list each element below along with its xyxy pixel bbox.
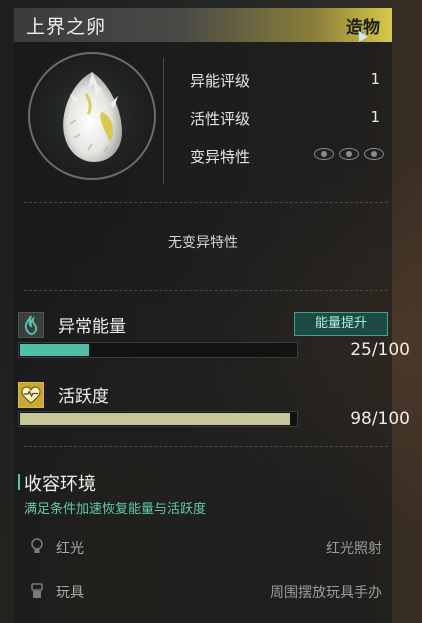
environment-name: 红光 [56, 541, 84, 557]
divider [24, 202, 388, 203]
flame-icon [18, 312, 44, 338]
divider [24, 290, 388, 291]
environment-condition: 红光照射 [326, 541, 382, 557]
mutation-empty-text: 无变异特性 [168, 235, 238, 251]
eye-icon [314, 148, 334, 160]
divider [24, 446, 388, 447]
item-header: 上界之卵 造物 [14, 8, 392, 42]
energy-boost-button[interactable]: 能量提升 [294, 312, 388, 336]
energy-header: 异常能量 能量提升 [14, 310, 392, 338]
environment-description: 满足条件加速恢复能量与活跃度 [24, 502, 207, 517]
energy-bar [18, 342, 298, 358]
activity-title: 活跃度 [58, 387, 109, 407]
toy-icon [30, 582, 44, 600]
environment-condition: 周围摆放玩具手办 [270, 585, 382, 601]
bulb-icon [30, 538, 44, 556]
stat-row-ability-rating: 异能评级 1 [190, 68, 386, 92]
stat-label: 变异特性 [190, 148, 251, 166]
eye-icon [339, 148, 359, 160]
activity-bar-fill [20, 413, 290, 425]
eye-icon [364, 148, 384, 160]
heart-pulse-icon [18, 382, 44, 408]
activity-value: 98/100 [350, 409, 410, 429]
item-name: 上界之卵 [26, 16, 107, 38]
feathered-egg-icon [63, 72, 122, 162]
stat-label: 活性评级 [190, 110, 251, 128]
stat-row-mutation: 变异特性 [190, 144, 386, 168]
energy-value: 25/100 [350, 340, 410, 360]
environment-name: 玩具 [56, 585, 84, 601]
stat-row-activity-rating: 活性评级 1 [190, 106, 386, 130]
section-accent [18, 474, 20, 490]
activity-header: 活跃度 [14, 380, 392, 408]
item-portrait [28, 52, 156, 180]
mutation-slots [314, 148, 384, 160]
stat-label: 异能评级 [190, 72, 251, 90]
energy-title: 异常能量 [58, 317, 126, 337]
activity-bar [18, 411, 298, 427]
environment-row-red-light: 红光 红光照射 [24, 535, 384, 561]
stat-value: 1 [370, 70, 380, 88]
environment-row-toy: 玩具 周围摆放玩具手办 [24, 579, 384, 605]
portrait-divider [163, 58, 164, 184]
energy-bar-fill [20, 344, 89, 356]
stat-value: 1 [370, 108, 380, 126]
environment-title: 收容环境 [24, 474, 96, 495]
